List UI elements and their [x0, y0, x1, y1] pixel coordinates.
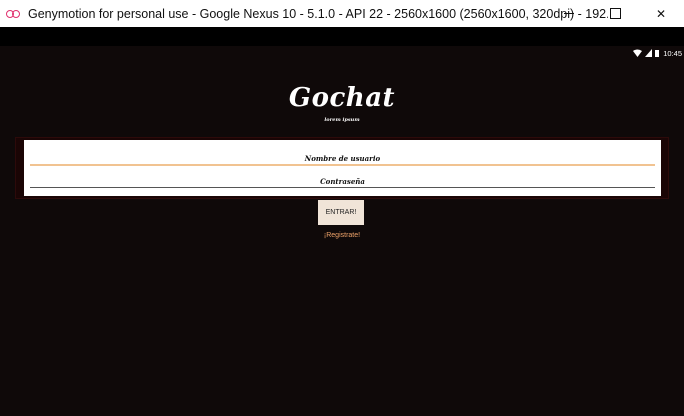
wifi-icon — [633, 49, 643, 57]
app-tagline: lorem ipsum — [324, 117, 360, 123]
signal-icon — [645, 49, 653, 57]
device-frame: 10:45 Gochat lorem ipsum ENTRAR! ¡Regist… — [0, 27, 684, 416]
register-link[interactable]: ¡Registrate! — [0, 232, 684, 239]
app-screen: 10:45 Gochat lorem ipsum ENTRAR! ¡Regist… — [0, 46, 684, 416]
close-icon: ✕ — [655, 6, 667, 21]
window-controls: ✕ — [546, 0, 684, 27]
login-form — [24, 140, 661, 196]
login-card — [15, 137, 669, 199]
username-input[interactable] — [30, 150, 655, 167]
minimize-icon — [564, 13, 574, 14]
password-field — [30, 169, 655, 190]
login-button[interactable]: ENTRAR! — [318, 200, 364, 225]
window-title: Genymotion for personal use - Google Nex… — [28, 6, 608, 21]
genymotion-logo-icon — [6, 9, 20, 19]
maximize-button[interactable] — [592, 0, 638, 27]
minimize-button[interactable] — [546, 0, 592, 27]
password-input[interactable] — [30, 173, 655, 190]
statusbar-time: 10:45 — [663, 48, 682, 58]
battery-icon — [655, 49, 660, 57]
android-statusbar: 10:45 — [0, 46, 684, 60]
window-titlebar: Genymotion for personal use - Google Nex… — [0, 0, 684, 27]
app-title: Gochat — [288, 83, 396, 113]
maximize-icon — [609, 8, 621, 19]
username-field — [30, 146, 655, 167]
close-button[interactable]: ✕ — [638, 0, 684, 27]
